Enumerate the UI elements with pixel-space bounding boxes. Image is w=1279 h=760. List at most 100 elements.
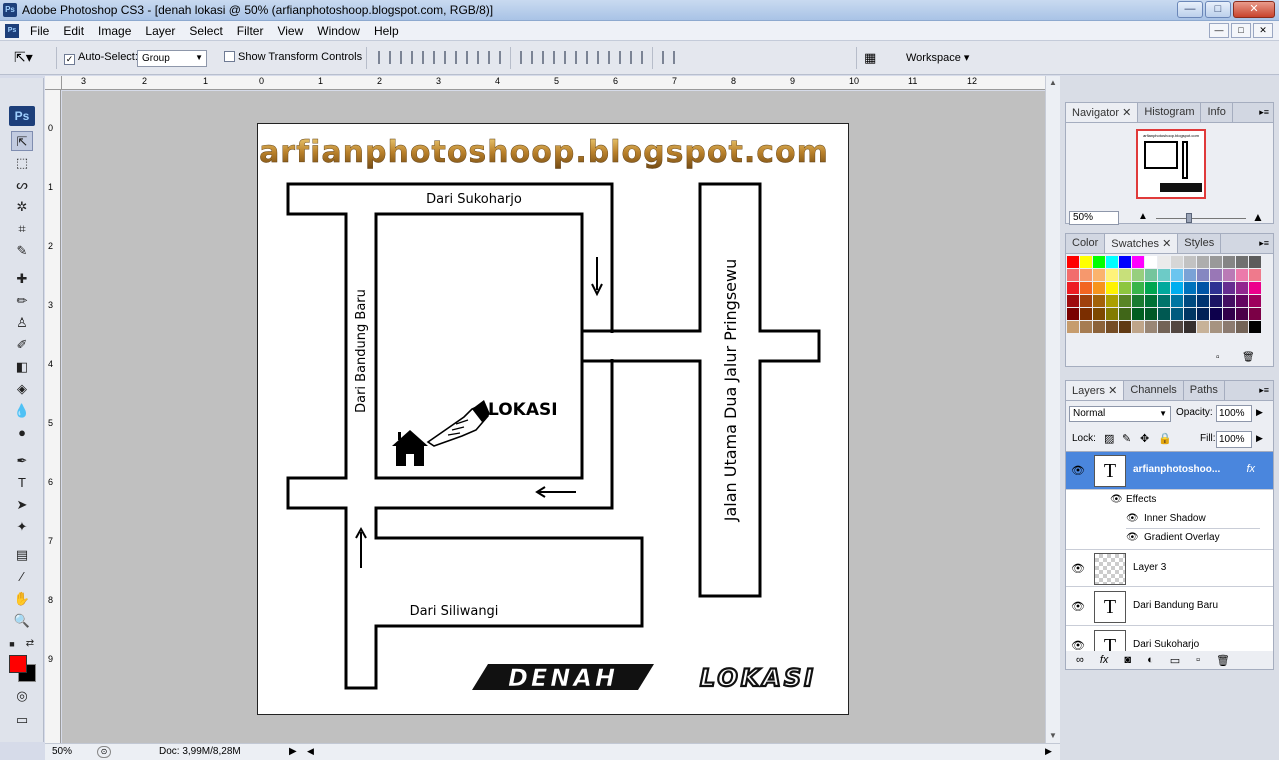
- color-swatch[interactable]: [1132, 321, 1144, 333]
- marquee-tool-icon[interactable]: ⬚: [11, 153, 33, 173]
- distribute-bottom-icon[interactable]: [564, 51, 577, 64]
- healing-brush-tool-icon[interactable]: ✚: [11, 269, 33, 289]
- eye-icon[interactable]: 👁: [1071, 600, 1085, 613]
- bridge-icon[interactable]: ▦: [864, 50, 876, 66]
- zoom-out-icon[interactable]: ▲: [1138, 211, 1148, 222]
- eye-icon[interactable]: 👁: [1126, 532, 1139, 543]
- tab-histogram[interactable]: Histogram: [1138, 103, 1202, 122]
- paint-bucket-tool-icon[interactable]: ◈: [11, 379, 33, 399]
- tab-info[interactable]: Info: [1201, 103, 1233, 122]
- color-swatch[interactable]: [1093, 282, 1105, 294]
- pen-tool-icon[interactable]: ✒: [11, 451, 33, 471]
- color-swatch[interactable]: [1145, 308, 1157, 320]
- screen-mode-icon[interactable]: ▭: [11, 710, 33, 730]
- color-swatch[interactable]: [1080, 256, 1092, 268]
- lock-all-icon[interactable]: 🔒: [1158, 432, 1172, 445]
- color-swatch[interactable]: [1132, 256, 1144, 268]
- color-swatch[interactable]: [1106, 295, 1118, 307]
- color-swatch[interactable]: [1067, 282, 1079, 294]
- panel-menu-icon[interactable]: ▸≡: [1259, 107, 1269, 118]
- tab-swatches[interactable]: Swatches ✕: [1105, 234, 1179, 253]
- color-swatch[interactable]: [1158, 308, 1170, 320]
- brush-tool-icon[interactable]: ✏: [11, 291, 33, 311]
- color-swatch[interactable]: [1249, 295, 1261, 307]
- color-swatch[interactable]: [1197, 256, 1209, 268]
- color-swatch[interactable]: [1210, 256, 1222, 268]
- lock-position-icon[interactable]: ✥: [1140, 432, 1149, 445]
- color-swatch[interactable]: [1249, 282, 1261, 294]
- eraser-tool-icon[interactable]: ◧: [11, 357, 33, 377]
- color-swatch[interactable]: [1184, 321, 1196, 333]
- tab-paths[interactable]: Paths: [1184, 381, 1225, 400]
- eye-icon[interactable]: 👁: [1071, 562, 1085, 575]
- notes-tool-icon[interactable]: ▤: [11, 545, 33, 565]
- eye-icon[interactable]: 👁: [1126, 513, 1139, 524]
- opacity-input[interactable]: 100%: [1216, 405, 1252, 422]
- close-tab-icon[interactable]: ✕: [1122, 107, 1131, 119]
- color-swatch[interactable]: [1171, 256, 1183, 268]
- status-menu-arrow-icon[interactable]: ▶: [289, 746, 297, 757]
- fill-slider-arrow-icon[interactable]: ▶: [1256, 433, 1263, 444]
- color-swatch[interactable]: [1236, 269, 1248, 281]
- effects-row[interactable]: 👁 Effects: [1110, 491, 1260, 510]
- default-colors-icon[interactable]: ■: [6, 634, 18, 654]
- doc-restore-button[interactable]: □: [1231, 23, 1251, 38]
- path-selection-tool-icon[interactable]: ➤: [11, 495, 33, 515]
- color-swatch[interactable]: [1249, 321, 1261, 333]
- distribute-top-icon[interactable]: [520, 51, 533, 64]
- color-swatch[interactable]: [1171, 321, 1183, 333]
- new-group-icon[interactable]: ▭: [1170, 654, 1180, 667]
- eye-icon[interactable]: 👁: [1110, 494, 1123, 505]
- close-tab-icon[interactable]: ✕: [1108, 385, 1117, 397]
- vertical-scrollbar[interactable]: ▲ ▼: [1045, 76, 1060, 743]
- layer-row[interactable]: 👁 T arfianphotoshoo... fx: [1066, 452, 1273, 490]
- color-swatch[interactable]: [1093, 308, 1105, 320]
- color-swatch[interactable]: [1210, 308, 1222, 320]
- new-layer-icon[interactable]: ▫: [1196, 654, 1200, 666]
- color-swatch[interactable]: [1249, 256, 1261, 268]
- vertical-ruler[interactable]: 0 1 2 3 4 5 6 7 8 9: [45, 90, 61, 743]
- add-layer-style-icon[interactable]: fx: [1100, 654, 1109, 666]
- blend-mode-dropdown[interactable]: Normal ▼: [1069, 406, 1171, 422]
- color-swatch[interactable]: [1132, 295, 1144, 307]
- color-swatch[interactable]: [1223, 256, 1235, 268]
- hscroll-left-icon[interactable]: ◀: [307, 746, 314, 757]
- menu-image[interactable]: Image: [98, 24, 131, 38]
- color-swatch[interactable]: [1067, 256, 1079, 268]
- eye-icon[interactable]: 👁: [1071, 464, 1085, 477]
- color-swatch[interactable]: [1132, 282, 1144, 294]
- hscroll-right-icon[interactable]: ▶: [1045, 746, 1052, 757]
- type-tool-icon[interactable]: T: [11, 473, 33, 493]
- stamp-tool-icon[interactable]: ♙: [11, 313, 33, 333]
- align-vcenter-icon[interactable]: [400, 51, 413, 64]
- color-swatch[interactable]: [1132, 308, 1144, 320]
- fill-input[interactable]: 100%: [1216, 431, 1252, 448]
- color-swatch[interactable]: [1106, 282, 1118, 294]
- color-swatch[interactable]: [1210, 269, 1222, 281]
- color-swatch[interactable]: [1093, 295, 1105, 307]
- color-swatch[interactable]: [1210, 295, 1222, 307]
- close-tab-icon[interactable]: ✕: [1162, 238, 1171, 250]
- distribute-right-icon[interactable]: [630, 51, 643, 64]
- zoom-slider-thumb[interactable]: [1186, 213, 1192, 223]
- color-swatch[interactable]: [1106, 321, 1118, 333]
- color-swatch[interactable]: [1067, 321, 1079, 333]
- color-swatch[interactable]: [1080, 308, 1092, 320]
- color-swatch[interactable]: [1197, 295, 1209, 307]
- color-swatch[interactable]: [1249, 269, 1261, 281]
- color-swatch[interactable]: [1210, 321, 1222, 333]
- color-swatch[interactable]: [1119, 269, 1131, 281]
- move-tool-icon[interactable]: ⇱: [11, 131, 33, 151]
- crop-tool-icon[interactable]: ⌗: [11, 219, 33, 239]
- color-swatch[interactable]: [1184, 282, 1196, 294]
- workspace-menu[interactable]: Workspace ▾: [906, 51, 969, 64]
- color-swatch[interactable]: [1171, 269, 1183, 281]
- align-left-icon[interactable]: [444, 51, 457, 64]
- color-swatch[interactable]: [1119, 256, 1131, 268]
- color-swatch[interactable]: [1184, 295, 1196, 307]
- tab-channels[interactable]: Channels: [1124, 381, 1184, 400]
- color-swatch[interactable]: [1236, 256, 1248, 268]
- color-swatch[interactable]: [1080, 282, 1092, 294]
- color-swatch[interactable]: [1223, 282, 1235, 294]
- horizontal-ruler[interactable]: 3 2 1 0 1 2 3 4 5 6 7 8 9 10 11 12: [62, 76, 1045, 90]
